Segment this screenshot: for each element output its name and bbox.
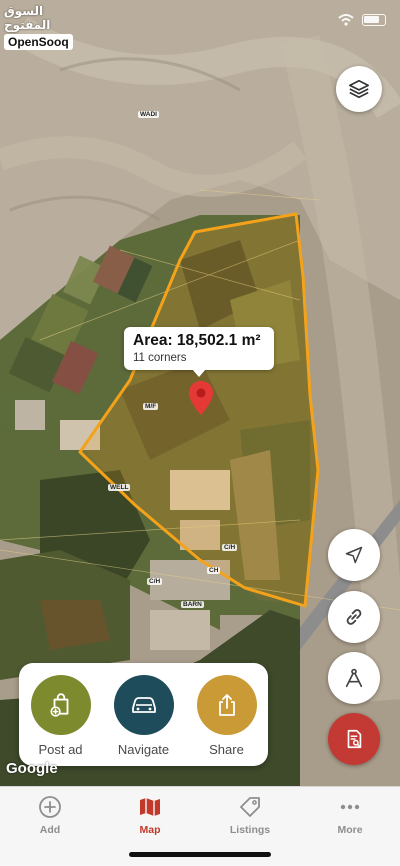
map-label-wadi: WADI — [138, 111, 159, 118]
tab-more[interactable]: More — [300, 787, 400, 866]
my-location-button[interactable] — [328, 529, 380, 581]
battery-icon — [362, 14, 386, 26]
home-indicator[interactable] — [129, 852, 271, 857]
map-icon — [140, 798, 160, 816]
plus-circle-icon — [39, 796, 61, 818]
share-icon — [218, 694, 235, 716]
navigate-label: Navigate — [117, 742, 170, 757]
more-dots-icon — [340, 804, 360, 810]
google-attribution: Google — [6, 760, 58, 777]
share-action[interactable]: Share — [189, 675, 265, 766]
link-icon — [346, 609, 362, 625]
corners-count: 11 corners — [133, 352, 187, 364]
tab-listings-label: Listings — [229, 824, 271, 836]
tab-add[interactable]: Add — [0, 787, 100, 866]
map-label-mf: M/F — [143, 403, 159, 410]
location-pin-icon[interactable] — [189, 381, 213, 415]
tag-icon — [240, 797, 260, 817]
measure-button[interactable] — [328, 652, 380, 704]
action-card: Post ad Navigate Share — [19, 663, 268, 766]
report-listing-button[interactable] — [328, 713, 380, 765]
tab-map-label: Map — [139, 824, 161, 836]
post-ad-icon — [49, 693, 68, 717]
share-button[interactable] — [196, 675, 257, 735]
wifi-icon — [338, 14, 354, 26]
opensooq-logo: السوق المفتوح OpenSooq — [4, 4, 86, 51]
map-label-barn: BARN — [181, 601, 204, 608]
navigate-action[interactable]: Navigate — [106, 675, 182, 766]
copy-link-button[interactable] — [328, 591, 380, 643]
tab-add-label: Add — [39, 824, 61, 836]
area-value: Area: 18,502.1 m² — [133, 332, 261, 349]
brand-english: OpenSooq — [4, 34, 73, 50]
brand-arabic: السوق المفتوح — [4, 4, 51, 32]
map-layers-button[interactable] — [336, 66, 382, 112]
map-label-ch-2: CH — [207, 567, 221, 574]
tab-more-label: More — [337, 824, 363, 836]
layers-icon — [349, 79, 369, 99]
map-label-well: WELL — [108, 484, 131, 491]
car-icon — [131, 697, 156, 713]
map-label-ch-3: C/H — [147, 578, 163, 585]
status-bar-icons — [338, 14, 386, 26]
share-label: Share — [209, 742, 244, 757]
post-ad-label: Post ad — [38, 742, 83, 757]
compass-measure-icon — [345, 668, 363, 688]
document-search-icon — [347, 729, 362, 749]
navigation-arrow-icon — [345, 546, 363, 564]
post-ad-action[interactable]: Post ad — [23, 675, 99, 766]
area-tooltip: Area: 18,502.1 m² 11 corners — [124, 327, 274, 377]
post-ad-button[interactable] — [30, 675, 91, 735]
navigate-button[interactable] — [113, 675, 174, 735]
map-label-ch: C/H — [222, 544, 238, 551]
